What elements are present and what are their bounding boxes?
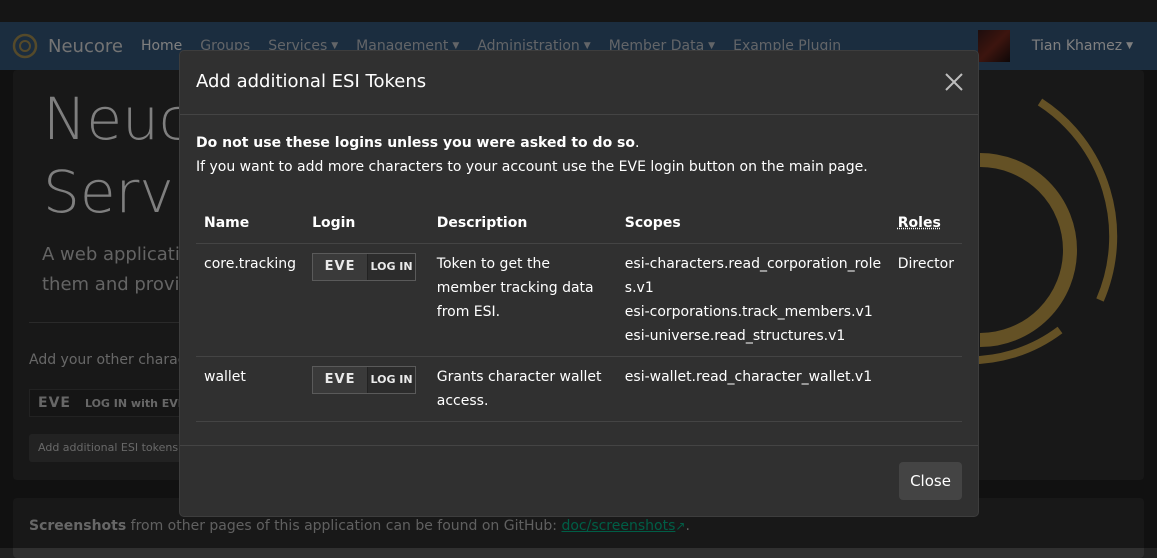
close-button[interactable]: Close: [899, 462, 962, 500]
info-text: If you want to add more characters to yo…: [196, 155, 962, 179]
column-header-login: Login: [304, 203, 429, 244]
eve-logo-icon: EVE: [313, 367, 368, 393]
esi-tokens-modal: Add additional ESI Tokens Do not use the…: [179, 50, 979, 517]
eve-login-label: LOG IN: [368, 367, 415, 393]
modal-title: Add additional ESI Tokens: [196, 71, 426, 92]
token-scopes: esi-characters.read_corporation_roles.v1…: [617, 244, 890, 357]
token-login-cell: EVE LOG IN: [304, 357, 429, 422]
token-name: core.tracking: [196, 244, 304, 357]
eve-login-button[interactable]: EVE LOG IN: [312, 253, 416, 281]
table-row: core.tracking EVE LOG IN Token to get th…: [196, 244, 962, 357]
table-row: wallet EVE LOG IN Grants character walle…: [196, 357, 962, 422]
eve-logo-icon: EVE: [313, 254, 368, 280]
esi-tokens-table: Name Login Description Scopes Roles core…: [196, 203, 962, 422]
scope-item: esi-corporations.track_members.v1: [625, 300, 882, 324]
token-scopes: esi-wallet.read_character_wallet.v1: [617, 357, 890, 422]
modal-body: Do not use these logins unless you were …: [196, 131, 962, 179]
table-header-row: Name Login Description Scopes Roles: [196, 203, 962, 244]
eve-login-label: LOG IN: [368, 254, 415, 280]
token-description: Grants character wallet access.: [429, 357, 617, 422]
token-name: wallet: [196, 357, 304, 422]
eve-login-button[interactable]: EVE LOG IN: [312, 366, 416, 394]
modal-header: Add additional ESI Tokens: [180, 51, 978, 115]
scope-item: esi-characters.read_corporation_roles.v1: [625, 252, 882, 300]
warning-bold: Do not use these logins unless you were …: [196, 135, 635, 151]
token-roles: Director: [890, 244, 962, 357]
column-header-description: Description: [429, 203, 617, 244]
warning-end: .: [635, 135, 639, 151]
scope-item: esi-universe.read_structures.v1: [625, 324, 882, 348]
token-login-cell: EVE LOG IN: [304, 244, 429, 357]
scope-item: esi-wallet.read_character_wallet.v1: [625, 365, 882, 389]
token-description: Token to get the member tracking data fr…: [429, 244, 617, 357]
modal-footer: Close: [180, 445, 978, 517]
column-header-roles: Roles: [890, 203, 962, 244]
close-icon[interactable]: [944, 72, 964, 92]
warning-text: Do not use these logins unless you were …: [196, 131, 962, 155]
column-header-scopes: Scopes: [617, 203, 890, 244]
column-header-name: Name: [196, 203, 304, 244]
token-roles: [890, 357, 962, 422]
